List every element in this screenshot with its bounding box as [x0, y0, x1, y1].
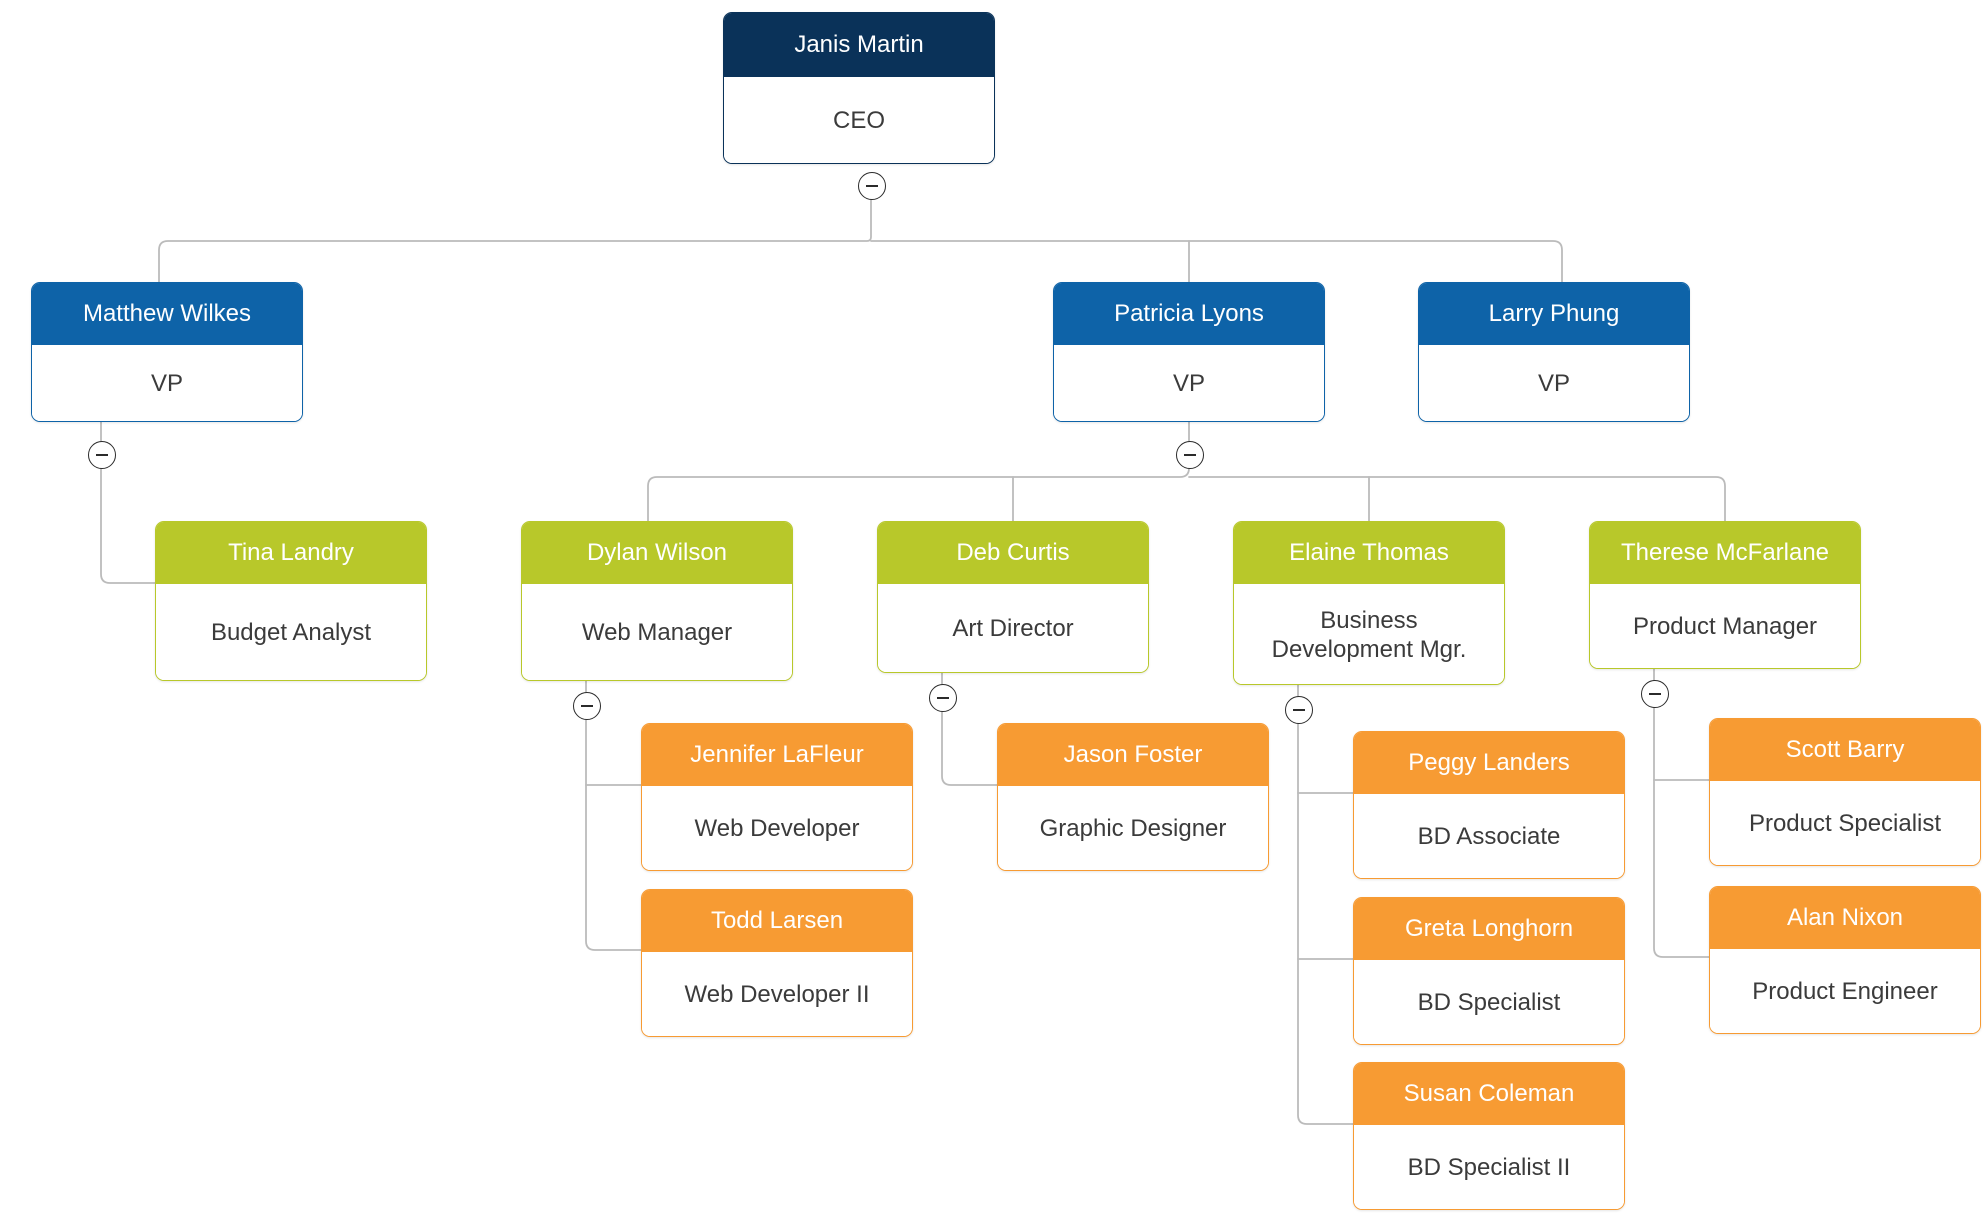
- node-name-ceo: Janis Martin: [724, 13, 994, 77]
- connector-m4-trunk: [1297, 684, 1354, 1125]
- org-node-m3[interactable]: Deb Curtis Art Director: [877, 521, 1149, 673]
- connector-m2-trunk: [585, 680, 642, 951]
- org-node-ceo[interactable]: Janis Martin CEO: [723, 12, 995, 164]
- node-title-m2: Web Manager: [522, 584, 792, 680]
- connector-ceo-to-vps: [158, 184, 872, 283]
- minus-circle-icon-m4[interactable]: [1285, 696, 1313, 724]
- org-node-s7[interactable]: Scott Barry Product Specialist: [1709, 718, 1981, 866]
- org-node-s3[interactable]: Jason Foster Graphic Designer: [997, 723, 1269, 871]
- minus-glyph: [96, 454, 108, 456]
- node-name-s5: Greta Longhorn: [1354, 898, 1624, 960]
- org-node-m2[interactable]: Dylan Wilson Web Manager: [521, 521, 793, 681]
- minus-circle-icon-vp2[interactable]: [1176, 441, 1204, 469]
- minus-glyph: [1184, 454, 1196, 456]
- node-name-m3: Deb Curtis: [878, 522, 1148, 584]
- node-title-m4: Business Development Mgr.: [1234, 584, 1504, 684]
- org-node-m4[interactable]: Elaine Thomas Business Development Mgr.: [1233, 521, 1505, 685]
- node-name-s8: Alan Nixon: [1710, 887, 1980, 949]
- minus-circle-icon-m3[interactable]: [929, 684, 957, 712]
- node-name-s4: Peggy Landers: [1354, 732, 1624, 794]
- node-name-m1: Tina Landry: [156, 522, 426, 584]
- node-name-vp3: Larry Phung: [1419, 283, 1689, 345]
- org-node-s1[interactable]: Jennifer LaFleur Web Developer: [641, 723, 913, 871]
- org-node-vp2[interactable]: Patricia Lyons VP: [1053, 282, 1325, 422]
- node-title-s8: Product Engineer: [1710, 949, 1980, 1033]
- minus-glyph: [1293, 709, 1305, 711]
- minus-glyph: [581, 705, 593, 707]
- org-node-vp3[interactable]: Larry Phung VP: [1418, 282, 1690, 422]
- connector-vp2-trunk: [647, 421, 1190, 522]
- node-name-s7: Scott Barry: [1710, 719, 1980, 781]
- node-name-s6: Susan Coleman: [1354, 1063, 1624, 1125]
- node-title-vp3: VP: [1419, 345, 1689, 421]
- org-node-m5[interactable]: Therese McFarlane Product Manager: [1589, 521, 1861, 669]
- node-title-s3: Graphic Designer: [998, 786, 1268, 870]
- node-title-m3: Art Director: [878, 584, 1148, 672]
- node-title-m1: Budget Analyst: [156, 584, 426, 680]
- minus-glyph: [1649, 693, 1661, 695]
- org-node-m1[interactable]: Tina Landry Budget Analyst: [155, 521, 427, 681]
- connector-ceo-bus-right: [870, 240, 1563, 283]
- node-title-s5: BD Specialist: [1354, 960, 1624, 1044]
- node-name-s2: Todd Larsen: [642, 890, 912, 952]
- node-name-vp1: Matthew Wilkes: [32, 283, 302, 345]
- org-node-s6[interactable]: Susan Coleman BD Specialist II: [1353, 1062, 1625, 1210]
- node-title-s2: Web Developer II: [642, 952, 912, 1036]
- node-name-vp2: Patricia Lyons: [1054, 283, 1324, 345]
- connector-m5-trunk: [1653, 668, 1710, 958]
- node-title-s6: BD Specialist II: [1354, 1125, 1624, 1209]
- minus-circle-icon-m2[interactable]: [573, 692, 601, 720]
- minus-circle-icon-vp1[interactable]: [88, 441, 116, 469]
- org-node-s5[interactable]: Greta Longhorn BD Specialist: [1353, 897, 1625, 1045]
- node-title-s1: Web Developer: [642, 786, 912, 870]
- node-title-vp1: VP: [32, 345, 302, 421]
- node-name-m5: Therese McFarlane: [1590, 522, 1860, 584]
- org-node-s4[interactable]: Peggy Landers BD Associate: [1353, 731, 1625, 879]
- minus-circle-icon-m5[interactable]: [1641, 680, 1669, 708]
- node-title-s7: Product Specialist: [1710, 781, 1980, 865]
- minus-circle-icon-ceo[interactable]: [858, 172, 886, 200]
- node-title-m5: Product Manager: [1590, 584, 1860, 668]
- node-name-m4: Elaine Thomas: [1234, 522, 1504, 584]
- node-title-vp2: VP: [1054, 345, 1324, 421]
- minus-glyph: [937, 697, 949, 699]
- org-node-s2[interactable]: Todd Larsen Web Developer II: [641, 889, 913, 1037]
- node-title-s4: BD Associate: [1354, 794, 1624, 878]
- node-name-m2: Dylan Wilson: [522, 522, 792, 584]
- minus-glyph: [866, 185, 878, 187]
- org-chart-canvas: Janis Martin CEO Matthew Wilkes VP Patricia …: [0, 0, 1986, 1220]
- node-name-s1: Jennifer LaFleur: [642, 724, 912, 786]
- org-node-s8[interactable]: Alan Nixon Product Engineer: [1709, 886, 1981, 1034]
- connector-vp2-bus-right: [1188, 476, 1726, 522]
- org-node-vp1[interactable]: Matthew Wilkes VP: [31, 282, 303, 422]
- node-name-s3: Jason Foster: [998, 724, 1268, 786]
- node-title-ceo: CEO: [724, 77, 994, 163]
